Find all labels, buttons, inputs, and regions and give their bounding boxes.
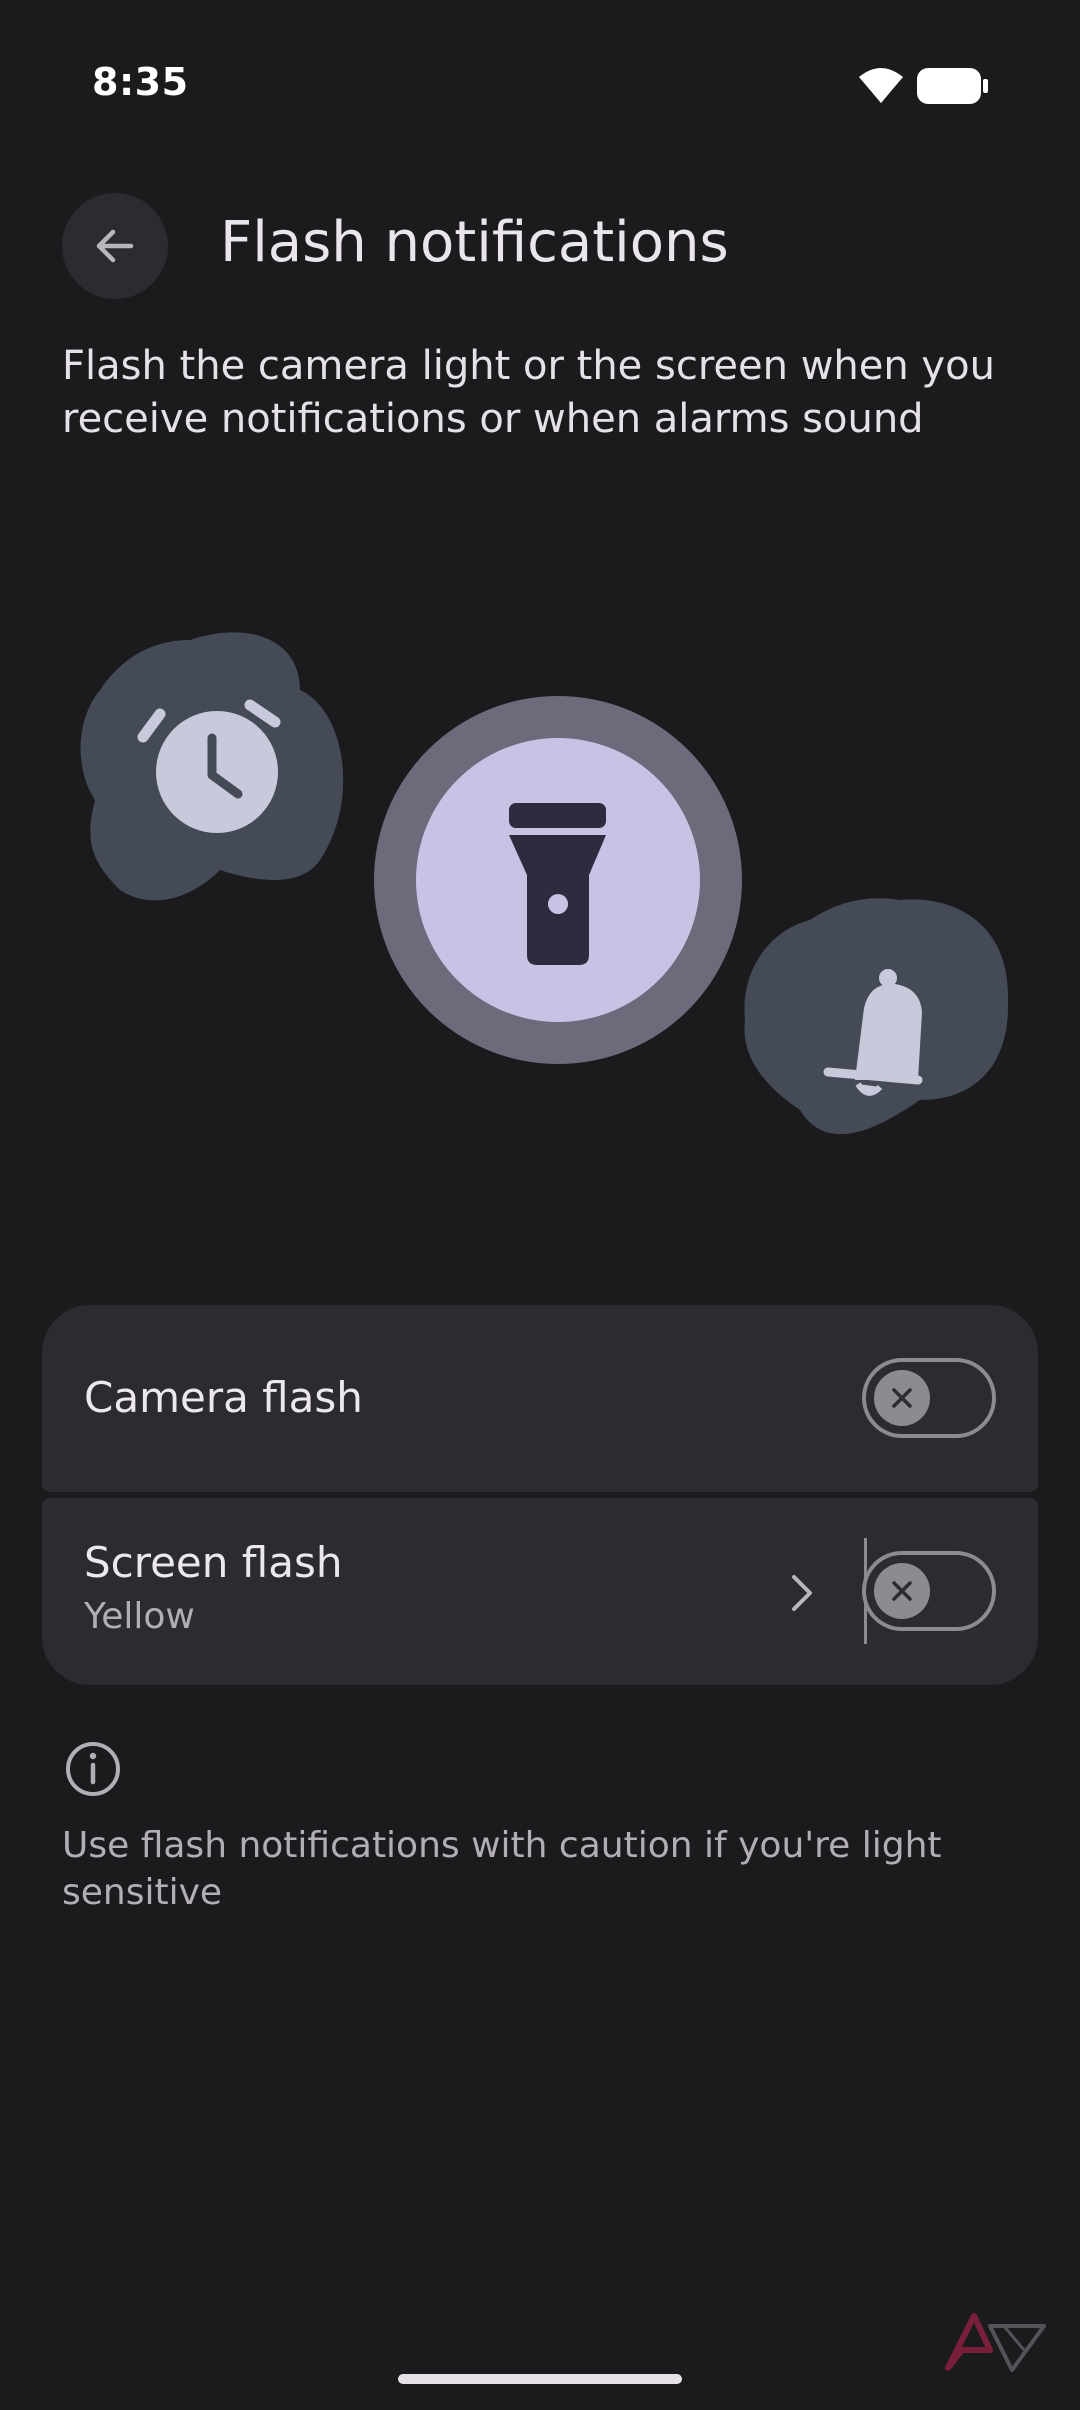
close-icon: [892, 1388, 912, 1408]
settings-group: Camera flash Screen flash Yellow: [42, 1305, 1038, 1685]
status-bar: 8:35: [0, 0, 1080, 170]
status-time: 8:35: [92, 60, 189, 104]
camera-flash-row[interactable]: Camera flash: [42, 1305, 1038, 1492]
camera-flash-switch[interactable]: [862, 1358, 996, 1438]
arrow-back-icon: [96, 229, 134, 263]
page-title: Flash notifications: [220, 210, 729, 275]
switch-thumb: [874, 1563, 930, 1619]
watermark-logo: [945, 2313, 1046, 2372]
camera-flash-title: Camera flash: [84, 1373, 363, 1422]
wifi-icon: [859, 68, 903, 103]
screen-flash-title: Screen flash: [84, 1538, 343, 1587]
battery-icon: [917, 68, 988, 104]
page-description: Flash the camera light or the screen whe…: [62, 343, 995, 442]
illustration: [80, 632, 1009, 1135]
info-icon: [66, 1742, 120, 1796]
info-text: Use flash notifications with caution if …: [62, 1825, 942, 1913]
back-button[interactable]: [62, 193, 168, 299]
screen-flash-switch[interactable]: [862, 1551, 996, 1631]
chevron-right-icon: [792, 1575, 812, 1611]
screen-flash-options-button[interactable]: [762, 1538, 842, 1648]
close-icon: [892, 1581, 912, 1601]
screen-flash-row[interactable]: Screen flash Yellow: [42, 1498, 1038, 1685]
gesture-nav-handle[interactable]: [398, 2374, 682, 2384]
switch-thumb: [874, 1370, 930, 1426]
screen-flash-color: Yellow: [84, 1596, 195, 1637]
